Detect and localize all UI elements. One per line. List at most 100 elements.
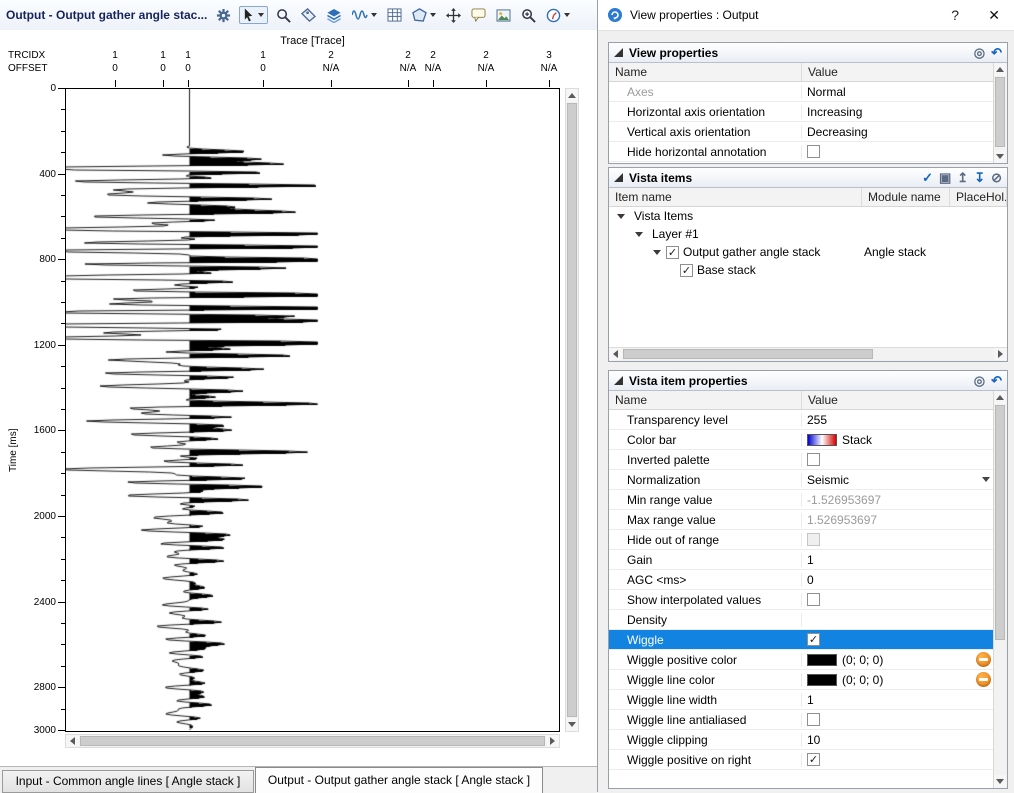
dropdown-arrow-icon[interactable]: [982, 477, 990, 482]
property-row[interactable]: Min range value-1.526953697: [609, 490, 995, 510]
property-row[interactable]: AGC <ms>0: [609, 570, 995, 590]
property-row[interactable]: Wiggle line width1: [609, 690, 995, 710]
property-row[interactable]: Wiggle✓: [609, 630, 995, 650]
remove-color-button[interactable]: [976, 672, 991, 687]
remove-color-button[interactable]: [976, 652, 991, 667]
property-row[interactable]: Horizontal axis orientationIncreasing: [609, 102, 1007, 122]
layers-icon[interactable]: [324, 7, 344, 24]
offset-value: N/A: [531, 63, 567, 74]
vertical-scroll-thumb[interactable]: [567, 103, 577, 717]
item-checkbox[interactable]: ✓: [666, 246, 679, 259]
scroll-down-button[interactable]: [994, 775, 1006, 788]
scroll-up-button[interactable]: [994, 391, 1006, 404]
property-row[interactable]: Color barStack: [609, 430, 995, 450]
plot-vertical-scrollbar[interactable]: [565, 88, 579, 732]
scroll-right-button[interactable]: [994, 348, 1007, 360]
vista-item-properties-scrollbar[interactable]: [993, 391, 1007, 788]
color-swatch[interactable]: [807, 674, 837, 686]
property-row[interactable]: AxesNormal: [609, 82, 1007, 102]
undo-icon[interactable]: ↶: [991, 374, 1002, 388]
vista-items-header[interactable]: Vista items ✓ ▣ ↥ ↧ ⊘: [609, 168, 1007, 188]
wavelet-icon[interactable]: [350, 7, 379, 23]
property-row[interactable]: Inverted palette: [609, 450, 995, 470]
tab-input-common-angle-lines[interactable]: Input - Common angle lines [ Angle stack…: [2, 770, 254, 793]
probe-icon[interactable]: [299, 7, 318, 24]
item-checkbox[interactable]: ✓: [680, 264, 693, 277]
tree-item[interactable]: ✓Output gather angle stackAngle stack: [609, 243, 1007, 261]
settings-gear-icon[interactable]: [214, 7, 233, 24]
undo-icon[interactable]: ↶: [991, 46, 1002, 60]
seismic-view-window: Output - Output gather angle stac... Tra…: [0, 0, 597, 792]
tree-item[interactable]: Layer #1: [609, 225, 1007, 243]
vista-items-horizontal-scrollbar[interactable]: [609, 347, 1007, 361]
seismic-wiggle-plot[interactable]: [66, 89, 559, 731]
spreadsheet-icon[interactable]: [385, 7, 404, 23]
close-button[interactable]: ✕: [988, 0, 1000, 30]
expander-icon[interactable]: [635, 232, 643, 237]
scroll-thumb[interactable]: [995, 405, 1005, 640]
property-row[interactable]: Vertical axis orientationDecreasing: [609, 122, 1007, 142]
scroll-thumb[interactable]: [995, 77, 1005, 147]
trace-tick: [433, 80, 434, 87]
view-properties-header[interactable]: View properties ◎ ↶: [609, 43, 1007, 63]
help-button[interactable]: ?: [951, 0, 959, 30]
plot-horizontal-scrollbar[interactable]: [65, 734, 560, 748]
snapshot-icon[interactable]: [494, 8, 513, 23]
apply-check-icon[interactable]: ✓: [922, 171, 933, 185]
zoom-region-icon[interactable]: [519, 7, 538, 24]
horizontal-scroll-thumb[interactable]: [623, 349, 873, 359]
tab-output-gather-angle-stack[interactable]: Output - Output gather angle stack [ Ang…: [255, 767, 543, 793]
color-swatch[interactable]: [807, 654, 837, 666]
polygon-icon[interactable]: [410, 7, 438, 23]
property-row[interactable]: Hide out of range: [609, 530, 995, 550]
property-row[interactable]: Density: [609, 610, 995, 630]
navigation-icon[interactable]: [544, 7, 572, 24]
trace-tick: [549, 80, 550, 87]
scroll-up-button[interactable]: [566, 89, 578, 102]
scroll-left-button[interactable]: [66, 735, 79, 747]
export-items-icon[interactable]: ↧: [974, 171, 985, 185]
scroll-up-button[interactable]: [994, 63, 1006, 76]
expander-icon[interactable]: [617, 214, 625, 219]
toggle-visibility-icon[interactable]: ⊘: [991, 171, 1002, 185]
target-icon[interactable]: ◎: [974, 46, 985, 60]
target-icon[interactable]: ◎: [974, 374, 985, 388]
horizontal-scroll-thumb[interactable]: [80, 736, 545, 746]
import-items-icon[interactable]: ↥: [957, 171, 968, 185]
value-checkbox[interactable]: [807, 145, 820, 158]
property-row[interactable]: NormalizationSeismic: [609, 470, 995, 490]
trcidx-value: 1: [170, 50, 206, 61]
value-checkbox[interactable]: ✓: [807, 753, 820, 766]
view-properties-scrollbar[interactable]: [993, 63, 1007, 163]
property-row[interactable]: Wiggle positive on right✓: [609, 750, 995, 770]
value-checkbox[interactable]: [807, 533, 820, 546]
scroll-down-button[interactable]: [566, 718, 578, 731]
select-cursor-icon[interactable]: [239, 6, 268, 24]
zoom-icon[interactable]: [274, 7, 293, 24]
value-checkbox[interactable]: [807, 593, 820, 606]
scroll-right-button[interactable]: [546, 735, 559, 747]
property-row[interactable]: Show interpolated values: [609, 590, 995, 610]
property-row[interactable]: Gain1: [609, 550, 995, 570]
scroll-left-button[interactable]: [609, 348, 622, 360]
scroll-down-button[interactable]: [994, 150, 1006, 163]
property-row[interactable]: Wiggle clipping10: [609, 730, 995, 750]
copy-items-icon[interactable]: ▣: [939, 171, 951, 185]
value-checkbox[interactable]: ✓: [807, 633, 820, 646]
vista-item-properties-header[interactable]: Vista item properties ◎ ↶: [609, 371, 1007, 391]
annotation-icon[interactable]: [469, 7, 488, 23]
pan-icon[interactable]: [444, 7, 463, 24]
property-row[interactable]: Wiggle line antialiased: [609, 710, 995, 730]
tree-item[interactable]: ✓Base stack: [609, 261, 1007, 279]
item-label: Output gather angle stack: [683, 245, 820, 259]
property-row[interactable]: Wiggle line color(0; 0; 0): [609, 670, 995, 690]
value-checkbox[interactable]: [807, 713, 820, 726]
colorbar-swatch[interactable]: [807, 434, 837, 446]
tree-item[interactable]: Vista Items: [609, 207, 1007, 225]
property-row[interactable]: Max range value1.526953697: [609, 510, 995, 530]
property-row[interactable]: Wiggle positive color(0; 0; 0): [609, 650, 995, 670]
expander-icon[interactable]: [653, 250, 661, 255]
property-row[interactable]: Hide horizontal annotation: [609, 142, 1007, 162]
value-checkbox[interactable]: [807, 453, 820, 466]
property-row[interactable]: Transparency level255: [609, 410, 995, 430]
